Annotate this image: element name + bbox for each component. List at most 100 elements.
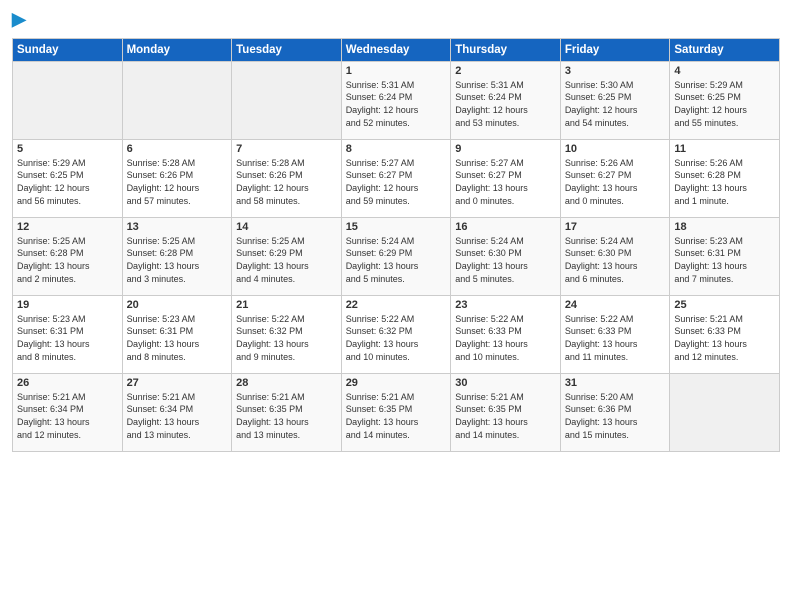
calendar-cell: 3 Sunrise: 5:30 AM Sunset: 6:25 PM Daylig… <box>560 61 670 139</box>
day-info: Sunrise: 5:23 AM Sunset: 6:31 PM Dayligh… <box>674 235 775 285</box>
day-info: Sunrise: 5:22 AM Sunset: 6:33 PM Dayligh… <box>455 313 556 363</box>
day-number: 23 <box>455 299 556 311</box>
calendar-table: SundayMondayTuesdayWednesdayThursdayFrid… <box>12 38 780 452</box>
calendar-cell: 6 Sunrise: 5:28 AM Sunset: 6:26 PM Daylig… <box>122 139 232 217</box>
calendar-cell: 27 Sunrise: 5:21 AM Sunset: 6:34 PM Dayli… <box>122 373 232 451</box>
day-info: Sunrise: 5:31 AM Sunset: 6:24 PM Dayligh… <box>346 79 447 129</box>
day-number: 10 <box>565 143 666 155</box>
day-number: 12 <box>17 221 118 233</box>
day-number: 9 <box>455 143 556 155</box>
day-info: Sunrise: 5:30 AM Sunset: 6:25 PM Dayligh… <box>565 79 666 129</box>
day-number: 31 <box>565 377 666 389</box>
day-info: Sunrise: 5:26 AM Sunset: 6:27 PM Dayligh… <box>565 157 666 207</box>
day-info: Sunrise: 5:22 AM Sunset: 6:32 PM Dayligh… <box>346 313 447 363</box>
day-info: Sunrise: 5:27 AM Sunset: 6:27 PM Dayligh… <box>346 157 447 207</box>
day-number: 20 <box>127 299 228 311</box>
day-info: Sunrise: 5:24 AM Sunset: 6:29 PM Dayligh… <box>346 235 447 285</box>
calendar-cell <box>232 61 342 139</box>
day-info: Sunrise: 5:25 AM Sunset: 6:28 PM Dayligh… <box>17 235 118 285</box>
day-info: Sunrise: 5:21 AM Sunset: 6:35 PM Dayligh… <box>455 391 556 441</box>
day-info: Sunrise: 5:28 AM Sunset: 6:26 PM Dayligh… <box>127 157 228 207</box>
day-number: 28 <box>236 377 337 389</box>
day-info: Sunrise: 5:22 AM Sunset: 6:33 PM Dayligh… <box>565 313 666 363</box>
day-info: Sunrise: 5:21 AM Sunset: 6:35 PM Dayligh… <box>346 391 447 441</box>
day-number: 30 <box>455 377 556 389</box>
header: ▶ <box>12 10 780 30</box>
day-info: Sunrise: 5:25 AM Sunset: 6:28 PM Dayligh… <box>127 235 228 285</box>
day-number: 15 <box>346 221 447 233</box>
day-number: 4 <box>674 65 775 77</box>
calendar-cell: 24 Sunrise: 5:22 AM Sunset: 6:33 PM Dayli… <box>560 295 670 373</box>
day-info: Sunrise: 5:25 AM Sunset: 6:29 PM Dayligh… <box>236 235 337 285</box>
calendar-cell: 10 Sunrise: 5:26 AM Sunset: 6:27 PM Dayli… <box>560 139 670 217</box>
day-number: 21 <box>236 299 337 311</box>
calendar-week-row: 1 Sunrise: 5:31 AM Sunset: 6:24 PM Daylig… <box>13 61 780 139</box>
day-number: 27 <box>127 377 228 389</box>
calendar-cell: 20 Sunrise: 5:23 AM Sunset: 6:31 PM Dayli… <box>122 295 232 373</box>
calendar-cell: 19Sunrise: 5:23 AM Sunset: 6:31 PM Dayli… <box>13 295 123 373</box>
calendar-cell: 31 Sunrise: 5:20 AM Sunset: 6:36 PM Dayli… <box>560 373 670 451</box>
day-number: 14 <box>236 221 337 233</box>
day-info: Sunrise: 5:23 AM Sunset: 6:31 PM Dayligh… <box>127 313 228 363</box>
calendar-week-row: 5Sunrise: 5:29 AM Sunset: 6:25 PM Daylig… <box>13 139 780 217</box>
calendar-cell: 13 Sunrise: 5:25 AM Sunset: 6:28 PM Dayli… <box>122 217 232 295</box>
day-info: Sunrise: 5:21 AM Sunset: 6:35 PM Dayligh… <box>236 391 337 441</box>
day-info: Sunrise: 5:20 AM Sunset: 6:36 PM Dayligh… <box>565 391 666 441</box>
calendar-cell: 15 Sunrise: 5:24 AM Sunset: 6:29 PM Dayli… <box>341 217 451 295</box>
day-number: 29 <box>346 377 447 389</box>
day-number: 18 <box>674 221 775 233</box>
page-container: ▶ SundayMondayTuesdayWednesdayThursdayFr… <box>0 0 792 462</box>
calendar-cell: 12 Sunrise: 5:25 AM Sunset: 6:28 PM Dayli… <box>13 217 123 295</box>
day-of-week-header: Friday <box>560 38 670 61</box>
calendar-week-row: 12 Sunrise: 5:25 AM Sunset: 6:28 PM Dayli… <box>13 217 780 295</box>
calendar-cell: 23 Sunrise: 5:22 AM Sunset: 6:33 PM Dayli… <box>451 295 561 373</box>
calendar-cell: 4 Sunrise: 5:29 AM Sunset: 6:25 PM Daylig… <box>670 61 780 139</box>
calendar-week-row: 26 Sunrise: 5:21 AM Sunset: 6:34 PM Dayli… <box>13 373 780 451</box>
day-number: 22 <box>346 299 447 311</box>
calendar-cell <box>13 61 123 139</box>
day-of-week-header: Sunday <box>13 38 123 61</box>
day-info: Sunrise: 5:21 AM Sunset: 6:34 PM Dayligh… <box>127 391 228 441</box>
day-number: 25 <box>674 299 775 311</box>
day-info: Sunrise: 5:27 AM Sunset: 6:27 PM Dayligh… <box>455 157 556 207</box>
day-info: Sunrise: 5:26 AM Sunset: 6:28 PM Dayligh… <box>674 157 775 207</box>
logo: ▶ <box>12 10 26 30</box>
day-info: Sunrise: 5:24 AM Sunset: 6:30 PM Dayligh… <box>565 235 666 285</box>
calendar-cell: 17Sunrise: 5:24 AM Sunset: 6:30 PM Dayli… <box>560 217 670 295</box>
calendar-cell: 25Sunrise: 5:21 AM Sunset: 6:33 PM Dayli… <box>670 295 780 373</box>
day-number: 3 <box>565 65 666 77</box>
calendar-cell: 5Sunrise: 5:29 AM Sunset: 6:25 PM Daylig… <box>13 139 123 217</box>
day-number: 5 <box>17 143 118 155</box>
day-number: 16 <box>455 221 556 233</box>
calendar-cell <box>122 61 232 139</box>
calendar-cell: 11 Sunrise: 5:26 AM Sunset: 6:28 PM Dayli… <box>670 139 780 217</box>
day-of-week-header: Monday <box>122 38 232 61</box>
calendar-cell: 1 Sunrise: 5:31 AM Sunset: 6:24 PM Daylig… <box>341 61 451 139</box>
calendar-cell: 9 Sunrise: 5:27 AM Sunset: 6:27 PM Daylig… <box>451 139 561 217</box>
day-number: 8 <box>346 143 447 155</box>
calendar-cell: 7Sunrise: 5:28 AM Sunset: 6:26 PM Daylig… <box>232 139 342 217</box>
day-number: 11 <box>674 143 775 155</box>
calendar-cell: 21 Sunrise: 5:22 AM Sunset: 6:32 PM Dayli… <box>232 295 342 373</box>
day-number: 2 <box>455 65 556 77</box>
calendar-cell: 22 Sunrise: 5:22 AM Sunset: 6:32 PM Dayli… <box>341 295 451 373</box>
day-of-week-header: Wednesday <box>341 38 451 61</box>
calendar-cell: 2 Sunrise: 5:31 AM Sunset: 6:24 PM Daylig… <box>451 61 561 139</box>
day-info: Sunrise: 5:22 AM Sunset: 6:32 PM Dayligh… <box>236 313 337 363</box>
day-info: Sunrise: 5:24 AM Sunset: 6:30 PM Dayligh… <box>455 235 556 285</box>
day-number: 26 <box>17 377 118 389</box>
day-number: 24 <box>565 299 666 311</box>
day-info: Sunrise: 5:23 AM Sunset: 6:31 PM Dayligh… <box>17 313 118 363</box>
day-number: 1 <box>346 65 447 77</box>
calendar-cell: 8 Sunrise: 5:27 AM Sunset: 6:27 PM Daylig… <box>341 139 451 217</box>
calendar-cell <box>670 373 780 451</box>
calendar-header-row: SundayMondayTuesdayWednesdayThursdayFrid… <box>13 38 780 61</box>
day-info: Sunrise: 5:28 AM Sunset: 6:26 PM Dayligh… <box>236 157 337 207</box>
day-of-week-header: Saturday <box>670 38 780 61</box>
day-info: Sunrise: 5:31 AM Sunset: 6:24 PM Dayligh… <box>455 79 556 129</box>
day-of-week-header: Tuesday <box>232 38 342 61</box>
day-number: 6 <box>127 143 228 155</box>
day-info: Sunrise: 5:29 AM Sunset: 6:25 PM Dayligh… <box>674 79 775 129</box>
calendar-cell: 30 Sunrise: 5:21 AM Sunset: 6:35 PM Dayli… <box>451 373 561 451</box>
day-number: 13 <box>127 221 228 233</box>
